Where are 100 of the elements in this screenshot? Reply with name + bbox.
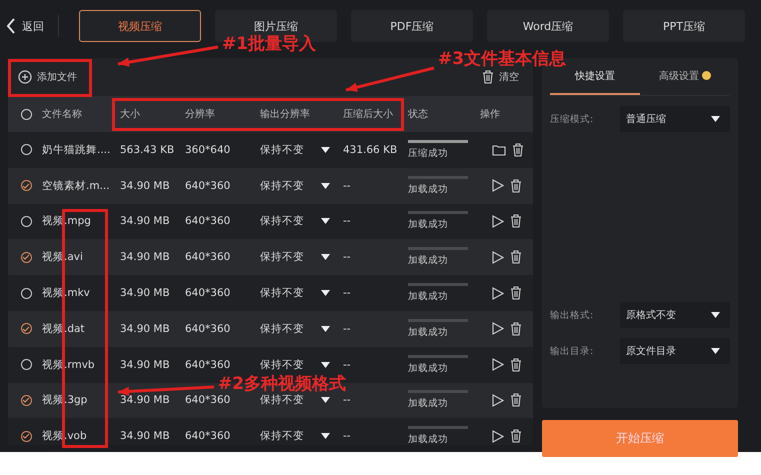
status-text: 加载成功 xyxy=(408,326,449,339)
caret-icon xyxy=(711,116,720,122)
resolution-dropdown[interactable]: 保持不变 xyxy=(260,250,330,264)
file-size: 34.90 MB xyxy=(120,322,171,335)
row-checkbox[interactable] xyxy=(20,323,32,334)
file-size: 34.90 MB xyxy=(120,430,171,442)
progress-bar xyxy=(408,211,468,214)
column-header: 压缩后大小 xyxy=(343,108,394,121)
play-icon[interactable] xyxy=(492,430,504,443)
row-checkbox[interactable] xyxy=(20,144,32,156)
settings-tab[interactable]: 高级设置 xyxy=(640,58,730,95)
play-icon[interactable] xyxy=(492,250,504,264)
caret-icon xyxy=(321,146,330,153)
resolution-dropdown[interactable]: 保持不变 xyxy=(260,178,330,193)
add-file-button[interactable]: 添加文件 xyxy=(18,70,77,84)
resolution-dropdown[interactable]: 保持不变 xyxy=(260,358,330,372)
tab[interactable]: Word压缩 xyxy=(487,10,609,42)
resolution-dropdown[interactable]: 保持不变 xyxy=(260,393,330,408)
back-button[interactable]: 返回 xyxy=(6,18,44,34)
status-text: 加载成功 xyxy=(408,433,449,445)
file-size: 34.90 MB xyxy=(120,358,171,371)
trash-icon[interactable] xyxy=(510,358,522,372)
resolution-dropdown[interactable]: 保持不变 xyxy=(260,142,330,157)
row-checkbox[interactable] xyxy=(20,394,32,406)
row-checkbox[interactable] xyxy=(20,430,32,442)
play-icon[interactable] xyxy=(492,286,504,300)
file-size: 34.90 MB xyxy=(120,180,171,192)
row-checkbox[interactable] xyxy=(20,180,32,192)
row-checkbox[interactable] xyxy=(20,216,32,227)
compressed-size: -- xyxy=(343,287,352,300)
dropdown[interactable]: 原文件目录 xyxy=(620,338,730,364)
progress-bar xyxy=(408,390,468,394)
trash-icon[interactable] xyxy=(510,322,522,336)
resolution: 360*640 xyxy=(185,144,232,156)
play-icon[interactable] xyxy=(492,214,504,228)
compressed-size: -- xyxy=(343,358,352,371)
play-icon[interactable] xyxy=(492,322,504,336)
resolution-dropdown[interactable]: 保持不变 xyxy=(260,429,330,444)
trash-icon[interactable] xyxy=(510,393,522,408)
trash-icon[interactable] xyxy=(510,178,522,193)
resolution-dropdown[interactable]: 保持不变 xyxy=(260,322,330,336)
status-text: 加载成功 xyxy=(408,218,449,232)
resolution: 640*360 xyxy=(185,322,232,335)
tab[interactable]: PDF压缩 xyxy=(351,10,473,42)
progress-bar xyxy=(408,426,468,430)
status-text: 加载成功 xyxy=(408,290,449,304)
status-text: 加载成功 xyxy=(408,362,449,375)
compressed-size: -- xyxy=(343,322,352,335)
tab[interactable]: 视频压缩 xyxy=(79,10,201,42)
trash-icon xyxy=(482,70,494,84)
file-size: 563.43 KB xyxy=(120,144,176,156)
progress-bar xyxy=(408,283,468,286)
status-text: 加载成功 xyxy=(408,182,449,196)
resolution: 640*360 xyxy=(185,394,232,406)
play-icon[interactable] xyxy=(492,179,504,192)
row-checkbox[interactable] xyxy=(20,288,32,299)
caret-icon xyxy=(321,433,330,440)
trash-icon[interactable] xyxy=(510,429,522,444)
column-header: 操作 xyxy=(480,108,501,121)
resolution: 640*360 xyxy=(185,287,232,300)
trash-icon[interactable] xyxy=(512,142,524,157)
compressed-size: -- xyxy=(343,215,352,228)
dropdown[interactable]: 普通压缩 xyxy=(620,106,730,132)
trash-icon[interactable] xyxy=(510,214,522,228)
status-text: 压缩成功 xyxy=(408,146,449,160)
folder-icon[interactable] xyxy=(492,144,506,156)
play-icon[interactable] xyxy=(492,358,504,372)
chevron-left-icon xyxy=(6,18,16,34)
tab[interactable]: PPT压缩 xyxy=(623,10,745,42)
resolution: 640*360 xyxy=(185,358,232,371)
file-size: 34.90 MB xyxy=(120,394,171,406)
resolution: 640*360 xyxy=(185,251,232,264)
compressed-size: 431.66 KB xyxy=(343,144,398,156)
caret-icon xyxy=(711,312,720,318)
column-header: 文件名称 xyxy=(42,108,83,121)
play-icon[interactable] xyxy=(492,394,504,407)
column-header: 分辨率 xyxy=(185,108,216,121)
column-header: 输出分辨率 xyxy=(260,108,311,121)
resolution: 640*360 xyxy=(185,215,232,228)
coin-icon xyxy=(702,71,711,80)
field-label: 输出格式: xyxy=(550,308,594,322)
file-size: 34.90 MB xyxy=(120,215,171,228)
compressed-size: -- xyxy=(343,394,352,406)
trash-icon[interactable] xyxy=(510,250,522,264)
status-text: 加载成功 xyxy=(408,397,449,410)
resolution: 640*360 xyxy=(185,430,232,442)
caret-icon xyxy=(321,254,330,260)
resolution-dropdown[interactable]: 保持不变 xyxy=(260,214,330,228)
progress-bar xyxy=(408,176,468,179)
resolution: 640*360 xyxy=(185,180,232,192)
dropdown[interactable]: 原格式不变 xyxy=(620,302,730,328)
progress-bar xyxy=(408,318,468,322)
resolution-dropdown[interactable]: 保持不变 xyxy=(260,286,330,300)
plus-circle-icon xyxy=(18,70,32,84)
caret-icon xyxy=(321,218,330,224)
select-all-checkbox[interactable] xyxy=(20,108,32,120)
row-checkbox[interactable] xyxy=(20,359,32,370)
trash-icon[interactable] xyxy=(510,286,522,300)
clear-button[interactable]: 清空 xyxy=(482,70,519,84)
row-checkbox[interactable] xyxy=(20,252,32,263)
